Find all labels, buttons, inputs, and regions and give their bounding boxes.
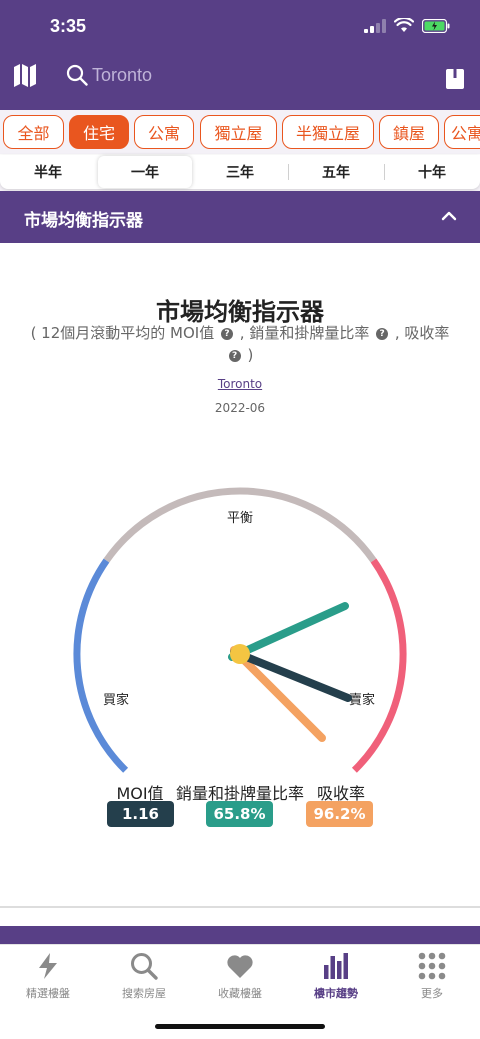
share-icon[interactable] (442, 60, 468, 90)
category-tabs: 全部 住宅 公寓 獨立屋 半獨立屋 鎮屋 公寓 (0, 110, 480, 154)
category-tab-residential[interactable]: 住宅 (69, 115, 129, 149)
search-input[interactable] (92, 60, 412, 90)
help-icon-ratio[interactable]: ? (376, 328, 389, 340)
chevron-up-icon[interactable] (440, 207, 458, 225)
wifi-icon (394, 18, 414, 32)
tab-search[interactable]: 搜索房屋 (96, 945, 192, 1005)
section-header[interactable]: 市場均衡指示器 (0, 191, 480, 243)
status-time: 3:35 (50, 16, 87, 36)
search-icon (66, 64, 88, 86)
gauge-subtitle: ( 12個月滾動平均的 MOI值 ? , 銷量和掛牌量比率 ? , 吸收率 ? … (20, 322, 460, 366)
tab-more[interactable]: 更多 (384, 945, 480, 1005)
needle-absorption (230, 646, 326, 742)
category-tab-condo-2[interactable]: 公寓 (444, 115, 480, 149)
search-icon (131, 953, 158, 980)
battery-icon (422, 18, 450, 33)
period-tab-one-year[interactable]: 一年 (98, 156, 192, 188)
gauge-label-seller: 賣家 (349, 692, 375, 708)
lightning-icon (39, 953, 57, 979)
subtitle-text-4: ) (247, 346, 254, 364)
status-icons (364, 18, 450, 33)
tab-favorites[interactable]: 收藏樓盤 (192, 945, 288, 1005)
tab-label: 收藏樓盤 (218, 987, 262, 1000)
period-tab-five-years[interactable]: 五年 (288, 155, 384, 189)
gauge-arc-seller (351, 558, 407, 773)
period-tabs-container: 半年 一年 三年 五年 十年 (0, 155, 480, 189)
tab-label: 更多 (421, 987, 443, 1000)
subtitle-text-2: , 銷量和掛牌量比率 (239, 324, 370, 342)
gauge-label-balance: 平衡 (227, 511, 253, 526)
tab-market-trends[interactable]: 樓市趨勢 (288, 945, 384, 1005)
subtitle-text-3: , 吸收率 (394, 324, 450, 342)
gauge-label-buyer: 買家 (103, 692, 129, 708)
home-indicator[interactable] (155, 1024, 325, 1029)
gauge-center (230, 644, 250, 664)
legend-value-sales-ratio: 65.8% (206, 801, 273, 827)
app-header: 3:35 (0, 0, 480, 110)
category-tab-detached[interactable]: 獨立屋 (200, 115, 277, 149)
tab-label: 搜索房屋 (122, 987, 166, 1000)
card-divider (0, 906, 480, 908)
heart-icon (227, 955, 253, 978)
signal-icon (364, 18, 386, 33)
period-tabs: 半年 一年 三年 五年 十年 (0, 155, 480, 191)
category-tab-condo[interactable]: 公寓 (134, 115, 194, 149)
category-tab-all[interactable]: 全部 (3, 115, 64, 149)
category-tab-townhouse[interactable]: 鎮屋 (379, 115, 439, 149)
bar-chart-icon (324, 953, 348, 979)
search-row (0, 52, 480, 100)
section-title: 市場均衡指示器 (24, 211, 143, 231)
period-tab-half-year[interactable]: 半年 (0, 155, 96, 189)
legend-value-absorption: 96.2% (306, 801, 373, 827)
legend-value-moi: 1.16 (107, 801, 174, 827)
subtitle-text-1: ( 12個月滾動平均的 MOI值 (30, 324, 215, 342)
needle-moi (230, 648, 352, 702)
tab-label: 精選樓盤 (26, 987, 70, 1000)
category-tab-semi-detached[interactable]: 半獨立屋 (282, 115, 374, 149)
needle-sales-ratio (228, 602, 349, 661)
market-balance-gauge: 平衡 買家 賣家 (73, 487, 407, 773)
city-link-text[interactable]: Toronto (218, 377, 262, 391)
city-link[interactable]: Toronto (0, 377, 480, 391)
grid-dots-icon (418, 952, 446, 980)
period-tab-three-years[interactable]: 三年 (192, 155, 288, 189)
help-icon-moi[interactable]: ? (221, 328, 233, 340)
tab-label: 樓市趨勢 (314, 987, 358, 1000)
tab-featured[interactable]: 精選樓盤 (0, 945, 96, 1005)
period-tab-ten-years[interactable]: 十年 (384, 155, 480, 189)
date-text: 2022-06 (214, 401, 266, 415)
map-icon[interactable] (12, 62, 38, 88)
status-bar: 3:35 (0, 0, 480, 52)
help-icon-absorption[interactable]: ? (228, 350, 241, 362)
gauge-arc-buyer (73, 558, 129, 773)
